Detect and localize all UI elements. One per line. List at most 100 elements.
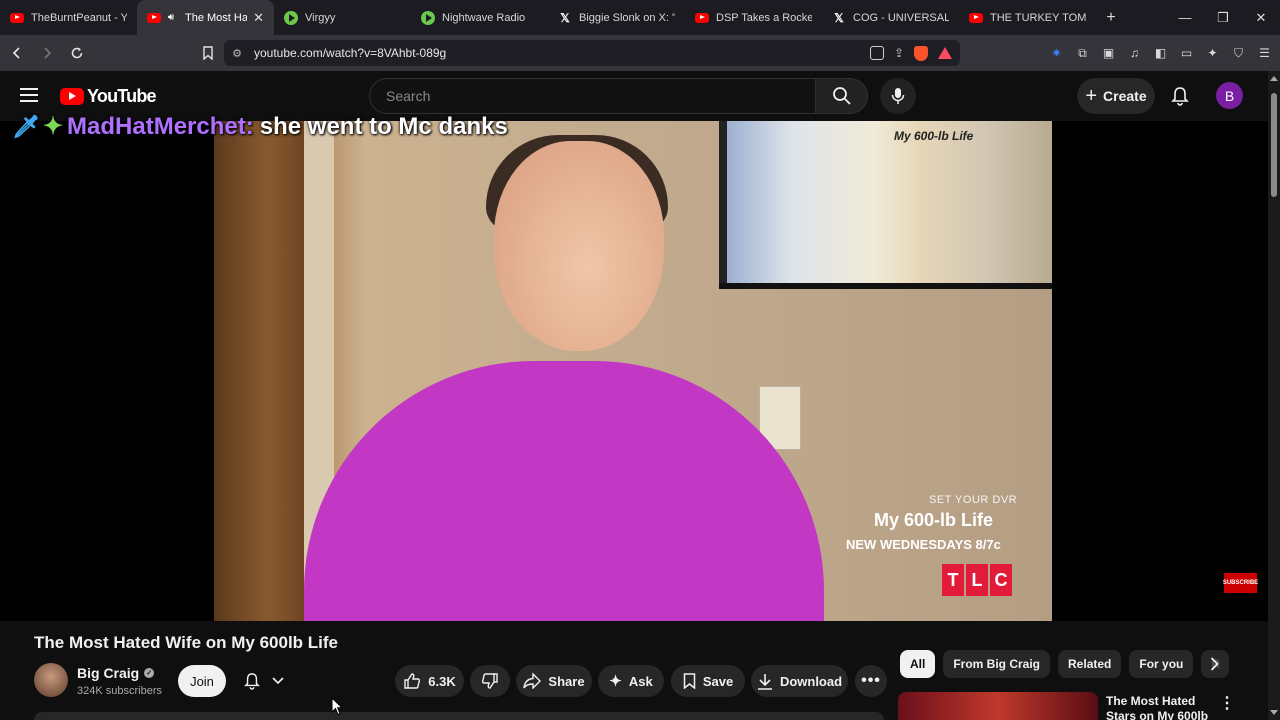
verified-icon: ✓ (144, 668, 155, 678)
mic-icon (891, 88, 905, 104)
address-bar[interactable]: ⚙︎ youtube.com/watch?v=8VAhbt-089g ⇪ (224, 40, 960, 66)
share-button[interactable]: Share (516, 665, 592, 697)
search-button[interactable] (816, 78, 868, 114)
scroll-up-icon[interactable] (1270, 76, 1278, 81)
browser-tab[interactable]: DSP Takes a Rocket to (685, 0, 822, 35)
channel-name[interactable]: Big Craig (77, 665, 139, 681)
download-button[interactable]: Download (751, 665, 848, 697)
music-icon[interactable]: ♫ (1127, 46, 1142, 61)
subscriber-count: 324K subscribers (77, 685, 162, 697)
youtube-logo[interactable]: YouTube (60, 86, 157, 107)
new-tab-icon[interactable]: + (1096, 9, 1126, 27)
join-button[interactable]: Join (178, 665, 226, 697)
chip-for-you[interactable]: For you (1129, 650, 1194, 678)
dislike-button[interactable] (470, 665, 510, 697)
close-tab-icon[interactable]: ✕ (253, 10, 264, 26)
guide-menu-icon[interactable] (20, 88, 38, 106)
browser-tab[interactable]: THE TURKEY TOM SIT (959, 0, 1096, 35)
create-button[interactable]: + Create (1077, 78, 1155, 114)
recommended-more-icon[interactable]: ⋮ (1219, 694, 1235, 712)
gem-icon: ✦ (42, 113, 64, 140)
close-window-icon[interactable]: ✕ (1242, 0, 1280, 35)
chip-related[interactable]: Related (1058, 650, 1122, 678)
youtube-icon (147, 11, 161, 25)
vpn-icon[interactable]: ⛉ (1231, 46, 1246, 61)
search-input[interactable] (370, 79, 815, 113)
save-button[interactable]: Save (671, 665, 745, 697)
restore-icon[interactable]: ❐ (1204, 0, 1242, 35)
youtube-play-icon (60, 88, 84, 105)
minimize-icon[interactable]: — (1166, 0, 1204, 35)
puzzle-icon[interactable]: ⧉ (1075, 46, 1090, 61)
scroll-thumb[interactable] (1271, 93, 1277, 197)
channel-name-row[interactable]: Big Craig ✓ (77, 665, 155, 681)
notification-settings-button[interactable] (235, 665, 293, 697)
like-button[interactable]: 6.3K (395, 665, 464, 697)
share-icon (523, 673, 542, 689)
play-icon (421, 10, 435, 25)
filter-chips: All From Big Craig Related For you R (900, 650, 1230, 678)
channel-avatar[interactable] (34, 663, 68, 697)
bookmark-icon[interactable] (195, 40, 221, 66)
leo-icon[interactable]: ✦ (1205, 46, 1220, 61)
youtube-icon (695, 11, 709, 25)
tab-title: Nightwave Radio (442, 11, 526, 24)
browser-tab[interactable]: Nightwave Radio (411, 0, 548, 35)
browser-tab[interactable]: 𝕏 COG - UNIVERSALLY (822, 0, 959, 35)
youtube-icon (10, 11, 24, 25)
scroll-down-icon[interactable] (1270, 710, 1278, 715)
x-icon: 𝕏 (834, 10, 844, 25)
chat-message: she went to Mc danks (259, 112, 508, 140)
plus-icon: + (1085, 84, 1098, 107)
menu-icon[interactable]: ☰ (1257, 46, 1272, 61)
like-count: 6.3K (428, 673, 456, 689)
mouse-cursor-icon (331, 697, 343, 716)
share-page-icon[interactable]: ⇪ (894, 46, 904, 60)
site-info-icon[interactable]: ⚙︎ (224, 47, 250, 60)
video-poster: My 600-lb Life (719, 121, 1052, 289)
chips-next-button[interactable] (1201, 650, 1227, 678)
browser-tab-bar: TheBurntPeanut - You 🔊︎ The Most Hate ✕ … (0, 0, 1280, 35)
more-actions-button[interactable]: ••• (855, 665, 887, 697)
speaker-icon[interactable]: 🔊︎ (164, 11, 178, 25)
recommended-thumbnail[interactable] (898, 692, 1098, 720)
cast-icon[interactable] (869, 46, 884, 60)
browser-toolbar: ⚙︎ youtube.com/watch?v=8VAhbt-089g ⇪ ✷ ⧉… (0, 35, 1280, 71)
browser-tab[interactable]: 𝕏 Biggie Slonk on X: "@ (548, 0, 685, 35)
ask-label: Ask (628, 673, 653, 689)
voice-search-button[interactable] (880, 78, 916, 114)
thumbs-up-icon (404, 673, 421, 689)
window-controls: — ❐ ✕ (1166, 0, 1280, 35)
reader-icon[interactable]: ▣ (1101, 46, 1116, 61)
chip-from-channel[interactable]: From Big Craig (943, 650, 1051, 678)
tab-title: Biggie Slonk on X: "@ (579, 11, 675, 24)
rewards-icon[interactable] (938, 47, 952, 59)
back-icon[interactable] (4, 40, 30, 66)
poster-title: My 600-lb Life (894, 129, 974, 143)
sidebar-icon[interactable]: ◧ (1153, 46, 1168, 61)
video-player[interactable]: My 600-lb Life SET YOUR DVR My 600-lb Li… (0, 121, 1268, 621)
chevron-right-icon (1210, 657, 1219, 671)
account-avatar[interactable]: B (1216, 82, 1243, 109)
browser-tab[interactable]: Virgyy (274, 0, 411, 35)
chip-all[interactable]: All (900, 650, 936, 678)
tab-title: COG - UNIVERSALLY (853, 11, 949, 24)
browser-tab[interactable]: TheBurntPeanut - You (0, 0, 137, 35)
search-box (369, 78, 816, 114)
page-scrollbar[interactable] (1268, 71, 1280, 720)
description-box[interactable] (34, 712, 884, 720)
browser-tab-active[interactable]: 🔊︎ The Most Hate ✕ (137, 0, 274, 35)
subscribe-watermark[interactable]: SUBSCRIBE (1223, 573, 1258, 593)
forward-icon[interactable] (34, 40, 60, 66)
brave-shield-icon[interactable] (914, 45, 928, 61)
notifications-button[interactable] (1166, 82, 1194, 110)
reload-icon[interactable] (64, 40, 90, 66)
recommended-title[interactable]: The Most Hated Stars on My 600lb (1106, 694, 1216, 720)
save-label: Save (702, 673, 734, 689)
network-letter: C (990, 564, 1012, 596)
chat-overlay: 🗡︎ ✦ MadHatMerchet: she went to Mc danks (12, 112, 508, 141)
promo-dvr: SET YOUR DVR (929, 494, 1018, 506)
ask-button[interactable]: ✦ Ask (598, 665, 664, 697)
wallet-icon[interactable]: ▭ (1179, 46, 1194, 61)
extension-icon[interactable]: ✷ (1049, 46, 1064, 61)
